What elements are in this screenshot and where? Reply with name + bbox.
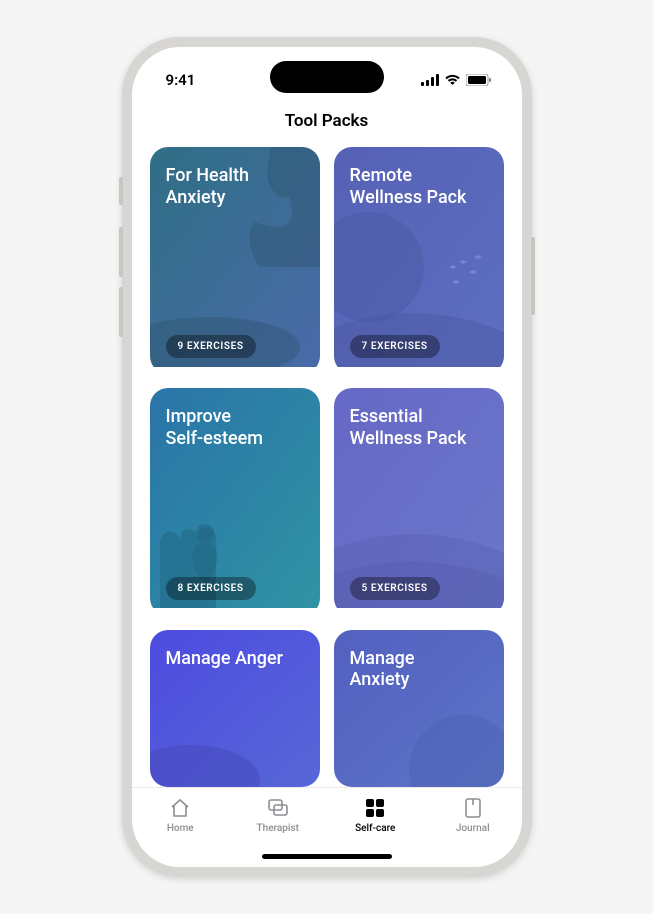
tab-label: Self-care bbox=[355, 823, 395, 834]
grid-icon bbox=[363, 796, 387, 820]
tab-label: Therapist bbox=[257, 823, 299, 834]
status-right bbox=[421, 74, 492, 86]
exercises-badge: 5 EXERCISES bbox=[350, 577, 440, 600]
journal-icon bbox=[461, 796, 485, 820]
pack-title: Essential Wellness Pack bbox=[350, 406, 488, 449]
wifi-icon bbox=[444, 74, 461, 86]
side-button-volume-down bbox=[119, 287, 123, 337]
pack-card-remote-wellness[interactable]: Remote Wellness Pack 7 EXERCISES bbox=[334, 147, 504, 374]
home-indicator[interactable] bbox=[262, 854, 392, 859]
home-icon bbox=[168, 796, 192, 820]
pack-card-essential-wellness[interactable]: Essential Wellness Pack 5 EXERCISES bbox=[334, 388, 504, 615]
side-button-volume-up bbox=[119, 227, 123, 277]
tab-label: Journal bbox=[456, 823, 490, 834]
phone-frame: 9:41 Tool Pa bbox=[122, 37, 532, 877]
pack-title: Manage Anger bbox=[166, 648, 304, 670]
tab-therapist[interactable]: Therapist bbox=[229, 796, 327, 834]
pack-title: Improve Self-esteem bbox=[166, 406, 304, 449]
status-time: 9:41 bbox=[166, 71, 196, 89]
exercises-badge: 9 EXERCISES bbox=[166, 335, 256, 358]
pack-card-improve-self-esteem[interactable]: Improve Self-esteem 8 EXERCISES bbox=[150, 388, 320, 615]
pack-title: Remote Wellness Pack bbox=[350, 165, 488, 208]
cards-grid: For Health Anxiety 9 EXERCISES bbox=[150, 147, 504, 787]
scroll-area[interactable]: For Health Anxiety 9 EXERCISES bbox=[132, 147, 522, 787]
pack-title: Manage Anxiety bbox=[350, 648, 488, 691]
tab-self-care[interactable]: Self-care bbox=[327, 796, 425, 834]
side-button-power bbox=[531, 237, 535, 315]
pack-card-health-anxiety[interactable]: For Health Anxiety 9 EXERCISES bbox=[150, 147, 320, 374]
page-title: Tool Packs bbox=[132, 107, 522, 147]
dynamic-island bbox=[270, 61, 384, 93]
pack-title: For Health Anxiety bbox=[166, 165, 304, 208]
pack-card-manage-anger[interactable]: Manage Anger bbox=[150, 630, 320, 787]
battery-icon bbox=[466, 74, 492, 86]
tab-home[interactable]: Home bbox=[132, 796, 230, 834]
tab-label: Home bbox=[167, 823, 194, 834]
exercises-badge: 8 EXERCISES bbox=[166, 577, 256, 600]
tab-journal[interactable]: Journal bbox=[424, 796, 522, 834]
pack-card-manage-anxiety[interactable]: Manage Anxiety bbox=[334, 630, 504, 787]
cellular-icon bbox=[421, 74, 439, 86]
side-button-silent bbox=[119, 177, 123, 205]
chat-icon bbox=[266, 796, 290, 820]
exercises-badge: 7 EXERCISES bbox=[350, 335, 440, 358]
screen: 9:41 Tool Pa bbox=[132, 47, 522, 867]
